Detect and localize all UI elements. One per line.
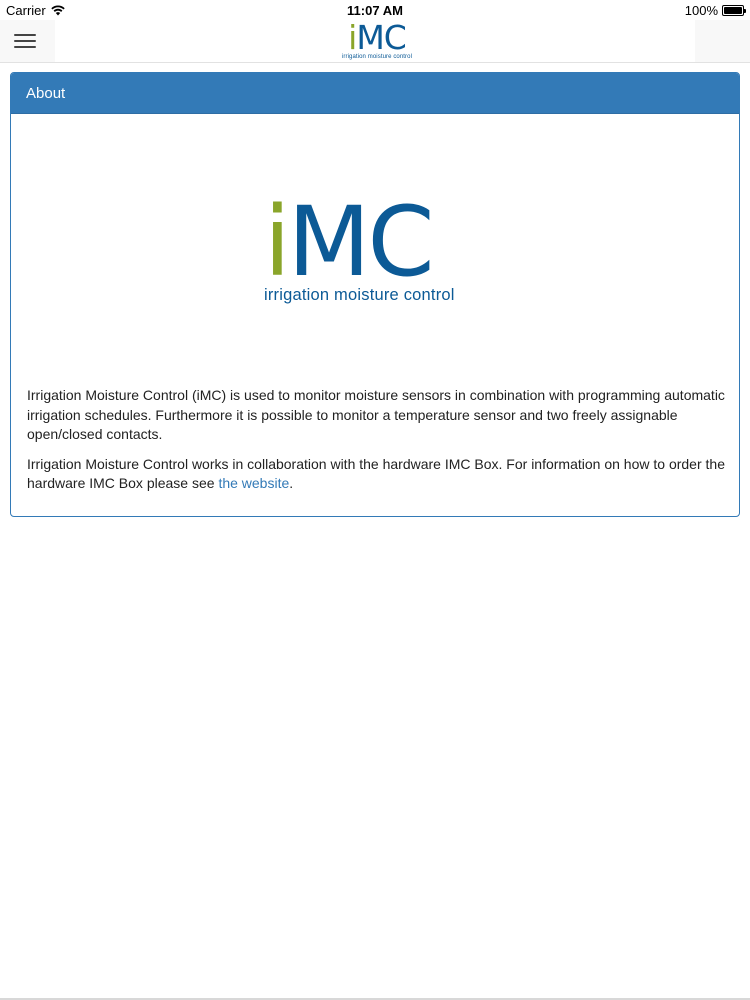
battery-icon: [722, 5, 746, 16]
imc-logo: iMC irrigation moisture control: [264, 194, 488, 305]
imc-logo-word: iMC: [264, 186, 435, 298]
panel-title: About: [11, 73, 739, 114]
imc-logo-tagline: irrigation moisture control: [264, 286, 455, 304]
status-time: 11:07 AM: [347, 3, 403, 18]
battery-percent: 100%: [684, 3, 718, 18]
about-panel: About iMC irrigation moisture control Ir…: [10, 72, 740, 517]
navbar-logo[interactable]: iMC irrigation moisture control: [337, 18, 417, 64]
battery-indicator: 100%: [684, 3, 746, 18]
navbar-logo-tagline: irrigation moisture control: [341, 54, 413, 60]
hamburger-icon[interactable]: [14, 33, 36, 49]
about-text: Irrigation Moisture Control (iMC) is use…: [27, 386, 725, 504]
website-link[interactable]: the website: [218, 475, 289, 491]
battery-fill: [724, 7, 742, 14]
about-paragraph-1: Irrigation Moisture Control (iMC) is use…: [27, 387, 725, 442]
status-bar: Carrier 11:07 AM 100%: [0, 0, 750, 20]
navbar-logo-word: iMC: [348, 18, 407, 57]
about-paragraph-2: Irrigation Moisture Control works in col…: [27, 455, 725, 492]
